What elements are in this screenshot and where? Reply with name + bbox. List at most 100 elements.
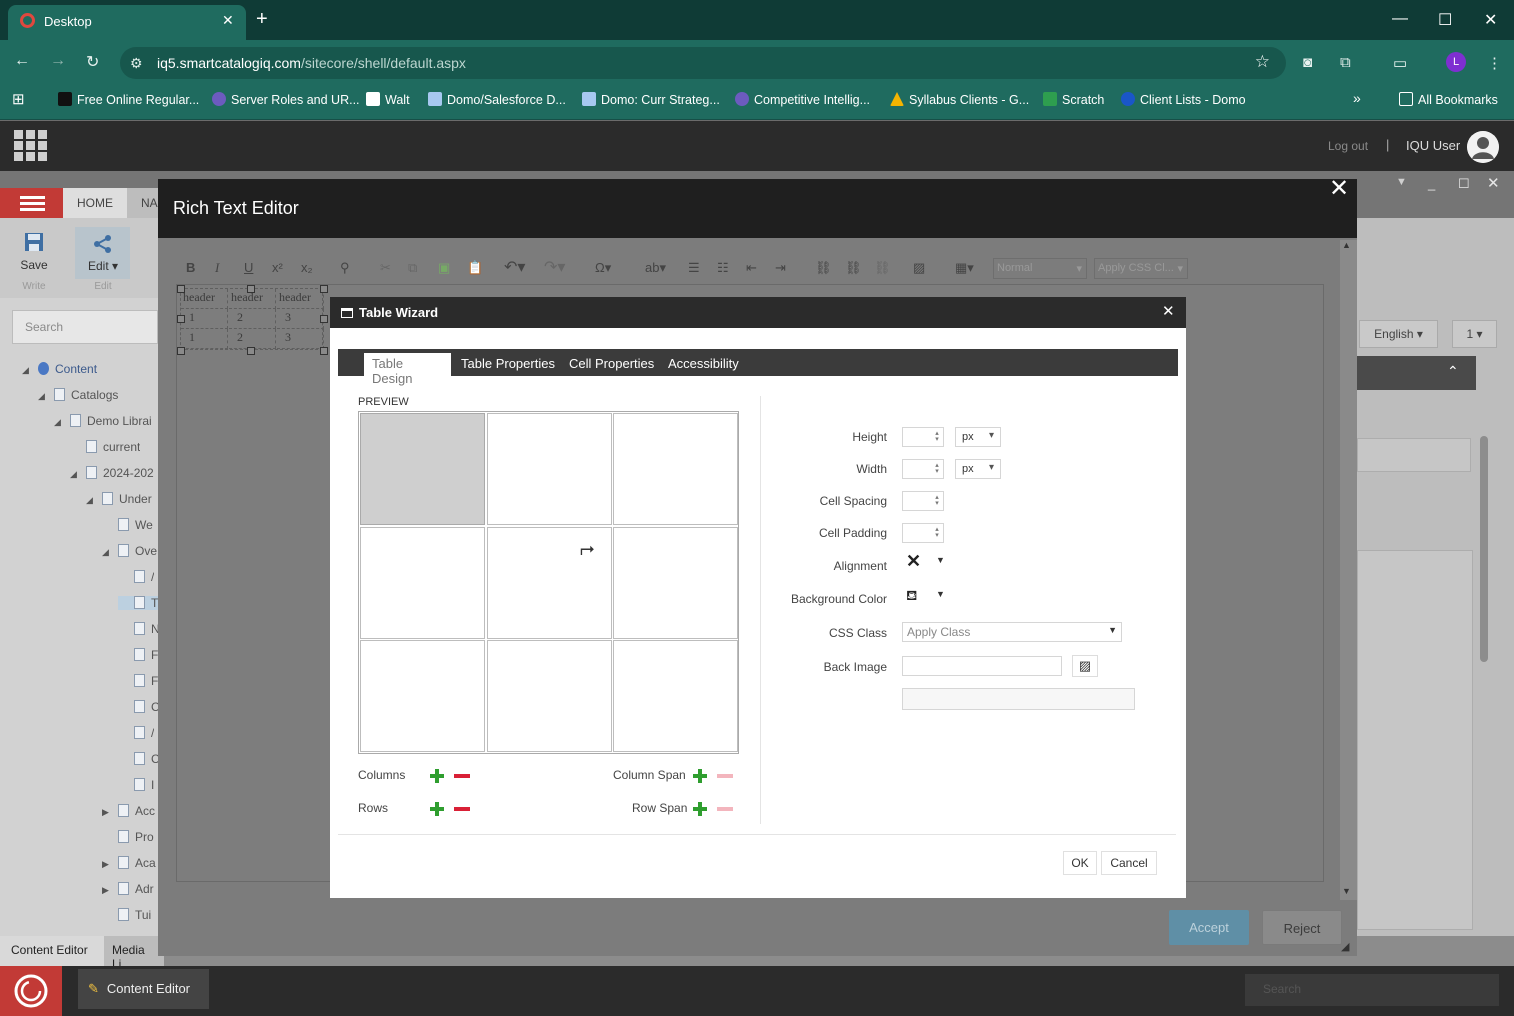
italic-icon[interactable]: I [215,260,219,276]
menu-hamburger-icon[interactable] [0,188,63,218]
ce-minimize-icon[interactable]: _ [1428,176,1435,191]
tab-cell-properties[interactable]: Cell Properties [569,356,654,371]
resize-handle[interactable] [320,315,328,323]
increase-column-span-icon[interactable] [693,769,707,783]
address-bar[interactable]: ⚙ iq5.smartcatalogiq.com/sitecore/shell/… [120,47,1286,79]
tree-node[interactable]: ◢ 2024-202 [70,466,154,480]
tree-node[interactable]: C [118,752,158,766]
expand-arrow-icon[interactable]: ▶ [102,859,112,870]
taskbar-content-editor[interactable]: ✎ Content Editor [78,969,209,1009]
resize-handle[interactable] [177,285,185,293]
side-panel-icon[interactable]: ▭ [1393,54,1407,72]
back-arrow-icon[interactable]: ← [14,52,30,70]
profile-avatar[interactable]: L [1446,52,1466,72]
width-unit-select[interactable]: px [955,459,1001,479]
collapse-arrow-icon[interactable]: ◢ [22,365,32,376]
edit-button[interactable]: Edit ▾ [78,234,128,273]
new-tab-button[interactable]: + [256,8,268,31]
remove-column-icon[interactable] [454,769,470,783]
scroll-up-icon[interactable]: ▲ [1342,240,1351,250]
all-bookmarks[interactable]: All Bookmarks [1399,92,1498,107]
insert-link-icon[interactable]: ⛓ [815,260,832,276]
rich-text-field[interactable] [1357,550,1473,930]
preview-cell[interactable] [360,640,485,752]
collapse-chevron-icon[interactable]: ⌃ [1447,363,1459,380]
content-table-cell[interactable]: 1 [181,309,228,329]
tree-node[interactable]: ▶ Aca [102,856,156,870]
reject-button[interactable]: Reject [1262,910,1342,945]
bookmark-item[interactable]: Syllabus Clients - G... [890,92,1029,107]
sitecore-start-button[interactable] [0,966,62,1016]
bullet-list-icon[interactable]: ☷ [717,260,729,276]
indent-icon[interactable]: ⇥ [775,260,786,276]
back-image-input[interactable] [902,656,1062,676]
tree-node[interactable]: / [118,726,154,740]
tab-navigate[interactable]: NA [141,196,158,210]
bookmark-item[interactable]: Walt [366,92,410,107]
tree-node[interactable]: ◢ Demo Librai [54,414,152,428]
resize-handle[interactable] [177,315,185,323]
content-table-cell[interactable]: 3 [277,329,324,349]
content-table-header-cell[interactable]: header [277,289,324,309]
scroll-down-icon[interactable]: ▼ [1342,886,1351,896]
tab-home[interactable]: HOME [63,188,127,218]
height-input[interactable] [902,427,944,447]
user-avatar[interactable] [1467,131,1499,163]
tab-media-library[interactable]: Media Li [104,936,164,971]
width-input[interactable] [902,459,944,479]
tab-table-design[interactable]: Table Design [364,353,451,386]
ce-maximize-icon[interactable]: ☐ [1458,176,1470,192]
reload-icon[interactable]: ↻ [86,52,99,72]
resize-handle[interactable] [247,285,255,293]
preview-cell[interactable] [486,413,612,525]
insert-table-icon[interactable]: ▦▾ [955,260,974,276]
tree-node[interactable]: ◢ Under [86,492,152,506]
collapse-arrow-icon[interactable]: ◢ [54,417,64,428]
content-table[interactable]: header header header 1 2 3 1 2 3 [177,285,328,355]
add-row-icon[interactable] [430,802,444,816]
resize-grip-icon[interactable]: ◢ [1341,940,1349,953]
tree-node[interactable]: I [118,778,154,792]
tab-accessibility[interactable]: Accessibility [668,356,739,371]
preview-cell[interactable] [613,526,738,639]
bookmark-item[interactable]: Competitive Intellig... [735,92,870,107]
remove-link-icon[interactable]: ⛓ [874,260,891,276]
outdent-icon[interactable]: ⇤ [746,260,757,276]
ok-button[interactable]: OK [1063,851,1097,875]
rte-scrollbar[interactable] [1340,240,1357,900]
camera-extension-icon[interactable]: ◙ [1303,54,1312,71]
preview-cell[interactable] [613,413,738,525]
collapse-arrow-icon[interactable]: ◢ [38,391,48,402]
field-input[interactable] [1357,438,1471,472]
tab-close-icon[interactable]: ✕ [222,12,234,29]
tree-node[interactable]: ◢ Content [22,362,97,376]
rte-close-icon[interactable]: ✕ [1329,174,1349,203]
bookmarks-overflow[interactable]: » [1353,90,1361,106]
link-manager-icon[interactable]: ⛓ [845,260,862,276]
bookmark-star-icon[interactable]: ☆ [1255,52,1270,72]
content-table-cell[interactable]: 2 [229,309,276,329]
resize-handle[interactable] [320,285,328,293]
cut-icon[interactable]: ✂ [380,260,391,276]
bookmark-item[interactable]: Domo: Curr Strateg... [582,92,720,107]
forward-arrow-icon[interactable]: → [50,52,66,70]
superscript-icon[interactable]: x² [272,260,283,275]
redo-icon[interactable]: ↷▾ [544,257,565,277]
paragraph-style-dropdown[interactable]: Normal ▾ [993,258,1087,279]
site-info-icon[interactable]: ⚙ [130,55,143,72]
insert-image-icon[interactable]: ▨ [913,260,925,276]
tree-node[interactable]: F [118,674,158,688]
save-button[interactable]: Save [14,232,54,272]
expand-arrow-icon[interactable]: ▶ [102,885,112,896]
content-table-cell[interactable]: 3 [277,309,324,329]
tree-node[interactable]: ◢ Catalogs [38,388,118,402]
decrease-column-span-icon[interactable] [717,769,733,783]
preview-cell[interactable] [613,640,738,752]
cancel-button[interactable]: Cancel [1101,851,1157,875]
tree-node[interactable]: / [118,570,154,584]
add-column-icon[interactable] [430,769,444,783]
scrollbar-thumb[interactable] [1480,436,1488,662]
collapse-arrow-icon[interactable]: ◢ [102,547,112,558]
tree-node[interactable]: F [118,648,158,662]
chrome-menu-icon[interactable]: ⋮ [1487,54,1502,72]
